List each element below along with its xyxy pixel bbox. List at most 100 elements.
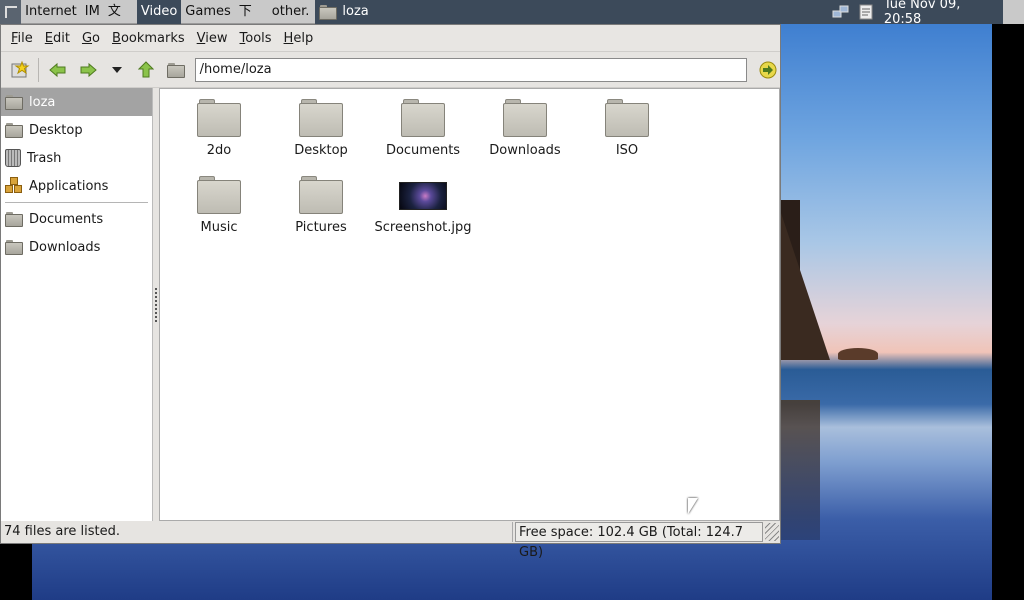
- menu-help[interactable]: Help: [278, 31, 320, 46]
- desktop-border-right: [992, 24, 1024, 600]
- mouse-cursor-icon: [688, 498, 698, 514]
- sidebar-item-home[interactable]: loza: [1, 88, 152, 116]
- taskbar-window-title: loza: [342, 4, 369, 19]
- statusbar: 74 files are listed. Free space: 102.4 G…: [1, 521, 780, 560]
- go-arrow-icon: [759, 61, 777, 78]
- sidebar-item-trash[interactable]: Trash: [1, 144, 152, 172]
- file-item-iso[interactable]: ISO: [576, 97, 678, 174]
- file-label: 2do: [206, 143, 232, 158]
- panel-menu-games[interactable]: Games: [181, 0, 234, 24]
- file-item-screenshot[interactable]: Screenshot.jpg: [372, 174, 474, 251]
- folder-icon: [5, 94, 23, 110]
- arrow-left-icon: [49, 62, 66, 77]
- file-label: Documents: [385, 143, 461, 158]
- location-folder-button[interactable]: [163, 57, 188, 83]
- notes-icon[interactable]: [857, 4, 876, 20]
- folder-icon: [197, 174, 241, 214]
- image-thumbnail: [399, 182, 447, 210]
- arrow-up-icon: [138, 60, 155, 77]
- taskbar-window-button[interactable]: loza: [315, 0, 826, 24]
- menu-edit[interactable]: Edit: [39, 31, 76, 46]
- panel-menu-other[interactable]: other.: [268, 0, 314, 24]
- menu-go[interactable]: Go: [76, 31, 106, 46]
- file-item-pictures[interactable]: Pictures: [270, 174, 372, 251]
- file-grid: 2do Desktop Documents Downloads ISO Musi…: [168, 97, 678, 251]
- top-panel: Internet IM 文件 Video Games 下載 other. loz…: [0, 0, 1024, 43]
- panel-menu-files[interactable]: 文件: [104, 0, 137, 43]
- back-button[interactable]: [45, 57, 70, 83]
- file-item-documents[interactable]: Documents: [372, 97, 474, 174]
- sidebar-item-label: Documents: [29, 211, 104, 227]
- content-area: loza Desktop Trash Applications Document…: [1, 88, 780, 521]
- toolbar-separator: [38, 57, 40, 82]
- resize-grip[interactable]: [765, 523, 779, 541]
- folder-icon: [401, 97, 445, 137]
- file-item-music[interactable]: Music: [168, 174, 270, 251]
- folder-icon: [5, 211, 23, 227]
- menu-tools[interactable]: Tools: [234, 31, 278, 46]
- sidebar-item-label: Downloads: [29, 239, 101, 255]
- file-manager-window: File Edit Go Bookmarks View Tools Help /…: [0, 24, 781, 560]
- go-button[interactable]: [757, 58, 780, 82]
- sidebar-item-label: Desktop: [29, 122, 83, 138]
- start-menu-button[interactable]: [0, 0, 22, 24]
- status-file-count: 74 files are listed.: [1, 522, 513, 542]
- applications-icon: [5, 177, 23, 195]
- file-label: Pictures: [295, 220, 347, 235]
- panel-menu-internet[interactable]: Internet: [21, 0, 81, 24]
- folder-icon: [166, 62, 185, 78]
- wallpaper-rock: [838, 348, 878, 360]
- sidebar-item-label: loza: [29, 94, 56, 110]
- folder-icon: [5, 122, 23, 138]
- sidebar: loza Desktop Trash Applications Document…: [1, 88, 153, 521]
- sidebar-item-label: Applications: [29, 178, 109, 194]
- panel-menu-downloads[interactable]: 下載: [235, 0, 268, 43]
- folder-icon: [319, 4, 338, 20]
- file-label: Music: [200, 220, 238, 235]
- file-label: Downloads: [489, 143, 561, 158]
- sidebar-separator: [5, 202, 148, 203]
- forward-button[interactable]: [75, 57, 100, 83]
- folder-icon: [5, 239, 23, 255]
- wallpaper-cliff-slope: [780, 210, 830, 360]
- file-item-downloads[interactable]: Downloads: [474, 97, 576, 174]
- sidebar-item-documents[interactable]: Documents: [1, 205, 152, 233]
- trash-icon: [5, 149, 21, 167]
- new-tab-star-icon: [11, 60, 30, 77]
- folder-icon: [299, 97, 343, 137]
- panel-menu-im[interactable]: IM: [81, 0, 104, 24]
- file-item-desktop[interactable]: Desktop: [270, 97, 372, 174]
- panel-end-spacer: [1002, 0, 1024, 24]
- sidebar-item-label: Trash: [27, 150, 62, 166]
- file-label: ISO: [615, 143, 639, 158]
- folder-icon: [197, 97, 241, 137]
- folder-icon: [299, 174, 343, 214]
- sidebar-item-downloads[interactable]: Downloads: [1, 233, 152, 261]
- file-view[interactable]: 2do Desktop Documents Downloads ISO Musi…: [159, 88, 780, 521]
- wallpaper-reflection: [780, 400, 820, 540]
- sidebar-item-desktop[interactable]: Desktop: [1, 116, 152, 144]
- system-tray: Tue Nov 09, 20:58: [825, 0, 1003, 27]
- folder-icon: [503, 97, 547, 137]
- folder-icon: [605, 97, 649, 137]
- menu-file[interactable]: File: [5, 31, 39, 46]
- file-item-2do[interactable]: 2do: [168, 97, 270, 174]
- clock[interactable]: Tue Nov 09, 20:58: [884, 0, 997, 27]
- arrow-right-icon: [80, 62, 97, 77]
- menubar: File Edit Go Bookmarks View Tools Help: [1, 25, 780, 52]
- new-tab-button[interactable]: [7, 57, 32, 83]
- menu-view[interactable]: View: [191, 31, 234, 46]
- location-input[interactable]: /home/loza: [194, 57, 747, 82]
- chevron-down-icon: [112, 66, 123, 73]
- menu-bookmarks[interactable]: Bookmarks: [106, 31, 191, 46]
- start-menu-icon: [4, 5, 17, 18]
- sidebar-item-applications[interactable]: Applications: [1, 172, 152, 200]
- history-dropdown-button[interactable]: [104, 57, 129, 83]
- status-free-space: Free space: 102.4 GB (Total: 124.7 GB): [515, 522, 763, 560]
- up-button[interactable]: [134, 57, 159, 83]
- toolbar: /home/loza: [1, 52, 780, 88]
- panel-menu-video[interactable]: Video: [136, 0, 182, 24]
- file-label: Screenshot.jpg: [374, 220, 472, 235]
- network-icon[interactable]: [832, 4, 851, 20]
- file-label: Desktop: [294, 143, 348, 158]
